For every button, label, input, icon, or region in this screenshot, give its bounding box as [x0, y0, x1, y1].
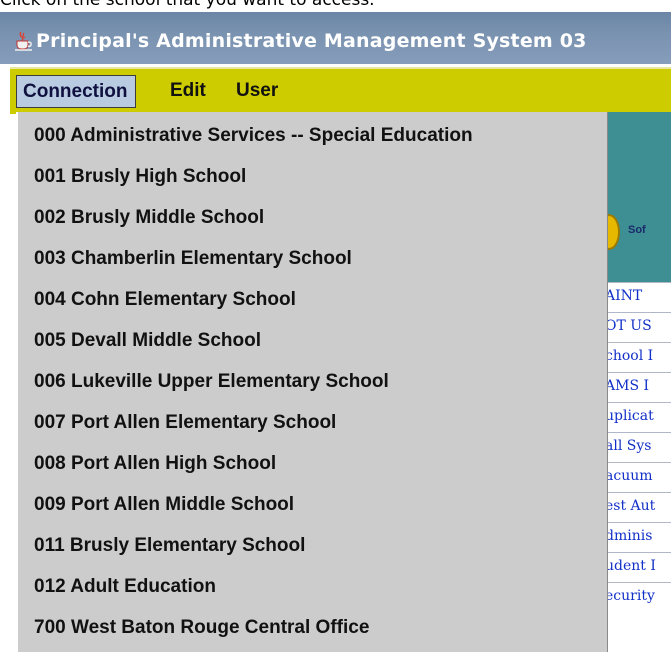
- menu-user[interactable]: User: [229, 75, 285, 106]
- school-menu-item-006[interactable]: 006 Lukeville Upper Elementary School: [34, 364, 389, 400]
- school-menu-item-000[interactable]: 000 Administrative Services -- Special E…: [34, 118, 473, 154]
- school-menu-item-003[interactable]: 003 Chamberlin Elementary School: [34, 241, 352, 277]
- background-link[interactable]: acuum: [608, 462, 671, 490]
- background-link[interactable]: AINT: [608, 282, 671, 310]
- instruction-text: Click on the school that you want to acc…: [0, 0, 375, 10]
- menu-edit[interactable]: Edit: [163, 75, 213, 106]
- school-menu-item-700[interactable]: 700 West Baton Rouge Central Office: [34, 610, 369, 646]
- background-banner: [608, 112, 671, 282]
- background-link-list: AINT OT US chool I AMS I uplicat all Sys…: [608, 282, 671, 652]
- background-link[interactable]: AMS I: [608, 372, 671, 400]
- background-link[interactable]: est Aut: [608, 492, 671, 520]
- school-menu-item-007[interactable]: 007 Port Allen Elementary School: [34, 405, 336, 441]
- school-menu-item-005[interactable]: 005 Devall Middle School: [34, 323, 261, 359]
- connection-dropdown-menu: 000 Administrative Services -- Special E…: [16, 112, 608, 652]
- background-link[interactable]: OT US: [608, 312, 671, 340]
- background-link[interactable]: uplicat: [608, 402, 671, 430]
- background-link[interactable]: chool I: [608, 342, 671, 370]
- background-link[interactable]: udent I: [608, 552, 671, 580]
- menu-bar: Connection Edit User: [10, 67, 671, 114]
- background-logo: Sof: [598, 212, 671, 252]
- window-titlebar: Principal's Administrative Management Sy…: [0, 12, 671, 64]
- window-title: Principal's Administrative Management Sy…: [36, 30, 587, 52]
- logo-text: Sof: [628, 224, 646, 236]
- school-menu-item-002[interactable]: 002 Brusly Middle School: [34, 200, 264, 236]
- school-menu-item-012[interactable]: 012 Adult Education: [34, 569, 216, 605]
- background-link[interactable]: dminis: [608, 522, 671, 550]
- school-menu-item-008[interactable]: 008 Port Allen High School: [34, 446, 276, 482]
- menu-connection[interactable]: Connection: [16, 75, 136, 108]
- school-menu-item-011[interactable]: 011 Brusly Elementary School: [34, 528, 305, 564]
- school-menu-item-004[interactable]: 004 Cohn Elementary School: [34, 282, 296, 318]
- java-coffee-cup-icon: [15, 31, 32, 51]
- school-menu-item-001[interactable]: 001 Brusly High School: [34, 159, 246, 195]
- background-link[interactable]: ecurity: [608, 582, 671, 610]
- background-link[interactable]: all Sys: [608, 432, 671, 460]
- school-menu-item-009[interactable]: 009 Port Allen Middle School: [34, 487, 294, 523]
